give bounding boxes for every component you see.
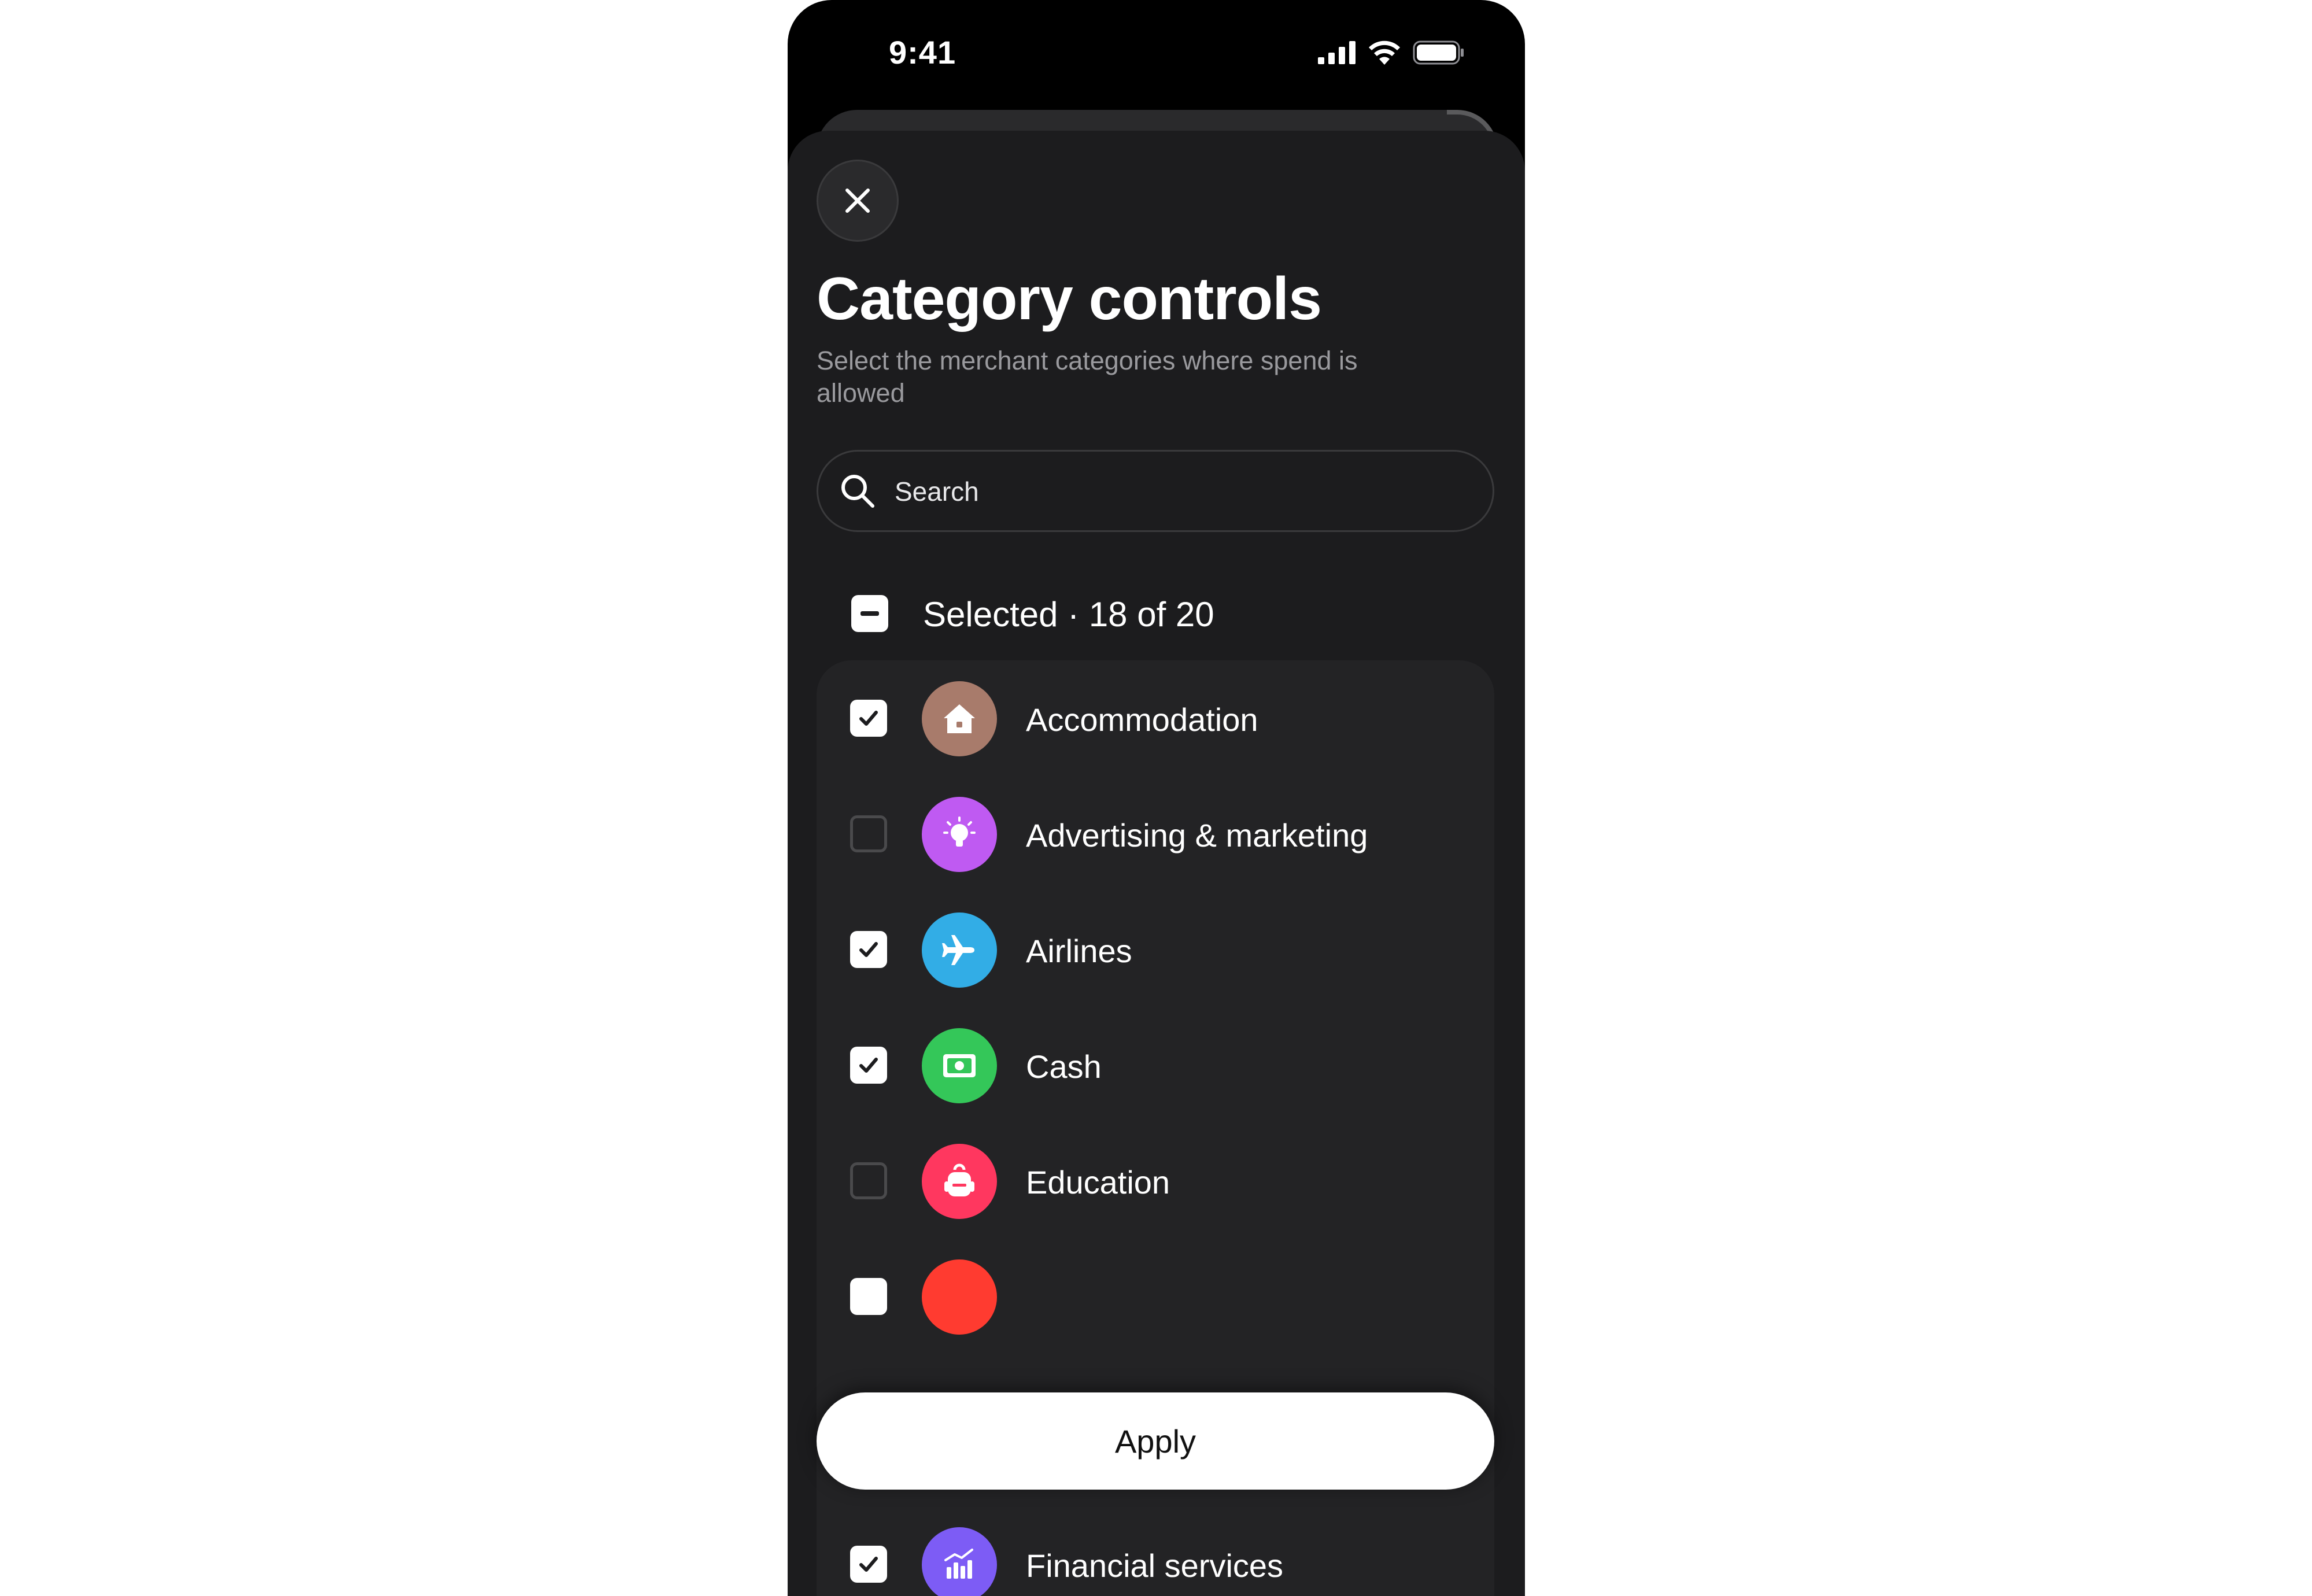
status-icons [1318, 40, 1465, 65]
backpack-icon [922, 1144, 997, 1219]
category-icon [922, 1259, 997, 1335]
category-controls-sheet: Category controls Select the merchant ca… [788, 131, 1525, 1596]
item-label: Education [1026, 1164, 1170, 1200]
cellular-signal-icon [1318, 41, 1356, 64]
house-icon [922, 681, 997, 756]
select-all-row[interactable]: Selected · 18 of 20 [788, 582, 1525, 645]
list-item-accommodation[interactable]: Accommodation [817, 660, 1494, 776]
close-icon [845, 189, 870, 213]
banknote-icon [922, 1028, 997, 1103]
search-field[interactable] [817, 450, 1494, 532]
battery-icon [1413, 40, 1464, 65]
checkmark-icon [859, 711, 878, 726]
page-subtitle: Select the merchant categories where spe… [817, 346, 1358, 408]
item-label: Advertising & marketing [1026, 817, 1368, 854]
list-item-airlines[interactable]: Airlines [817, 892, 1494, 1007]
search-input[interactable] [893, 452, 1474, 531]
checkbox-checked[interactable] [850, 931, 887, 968]
status-time: 9:41 [889, 34, 956, 71]
checkbox-checked[interactable] [850, 1546, 887, 1583]
list-item-financial-services[interactable]: Financial services [817, 1506, 1494, 1596]
page-title: Category controls [817, 265, 1322, 332]
apply-button[interactable]: Apply [817, 1392, 1494, 1490]
checkmark-icon [859, 942, 878, 957]
checkmark-icon [859, 1557, 878, 1572]
search-icon [841, 475, 874, 508]
lightbulb-icon [922, 797, 997, 872]
item-label: Cash [1026, 1048, 1102, 1085]
item-label: Airlines [1026, 933, 1132, 969]
item-label: Accommodation [1026, 701, 1258, 738]
list-item-hidden[interactable] [817, 1239, 1494, 1354]
list-item-cash[interactable]: Cash [817, 1007, 1494, 1123]
minus-icon [860, 611, 879, 616]
airplane-icon [922, 912, 997, 988]
wifi-icon [1369, 40, 1400, 65]
item-label: Financial services [1026, 1547, 1284, 1584]
status-bar: 9:41 [788, 0, 1525, 110]
checkbox-unchecked[interactable] [850, 815, 887, 852]
selected-count-label: Selected · 18 of 20 [923, 595, 1214, 634]
list-item-education[interactable]: Education [817, 1123, 1494, 1239]
list-item-advertising-marketing[interactable]: Advertising & marketing [817, 776, 1494, 892]
checkbox-checked[interactable] [850, 1047, 887, 1084]
chart-icon [922, 1527, 997, 1596]
checkmark-icon [859, 1058, 878, 1073]
select-all-checkbox[interactable] [851, 595, 888, 632]
checkbox-unchecked[interactable] [850, 1162, 887, 1199]
phone-frame: 9:41 Category controls Select the mercha… [788, 0, 1525, 1596]
close-button[interactable] [817, 160, 899, 242]
checkbox-checked[interactable] [850, 1278, 887, 1315]
checkbox-checked[interactable] [850, 700, 887, 737]
